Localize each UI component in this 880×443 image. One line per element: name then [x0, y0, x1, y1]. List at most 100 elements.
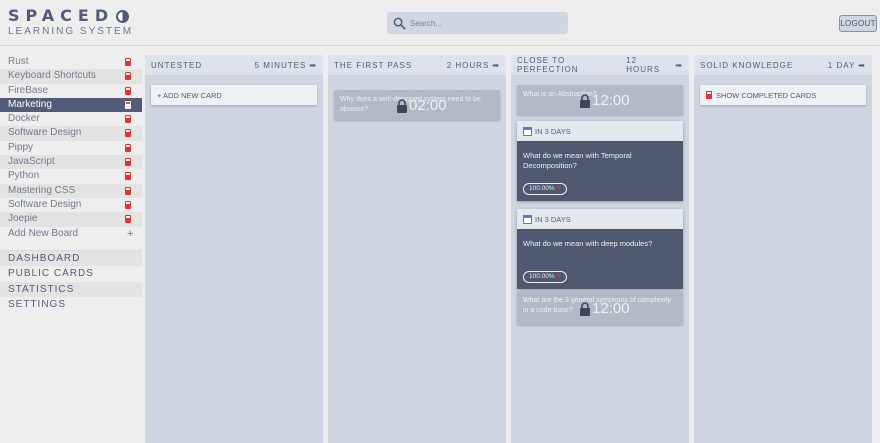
logo-circle-icon: [116, 9, 130, 23]
nav-public-cards[interactable]: PUBLIC CARDS: [0, 266, 142, 282]
search-icon: [393, 17, 406, 29]
bookmark-icon: [125, 172, 131, 181]
heart-icon: ♥: [556, 185, 561, 192]
sidebar-board-javascript[interactable]: JavaScript: [0, 155, 142, 170]
arrow-right-icon: ➡: [309, 60, 317, 70]
logout-button[interactable]: LOGOUT: [839, 15, 877, 32]
column-title: UNTESTED: [151, 60, 203, 70]
sidebar-board-joepie[interactable]: Joepie: [0, 212, 142, 227]
board-label: Joepie: [8, 213, 38, 225]
column-untested: UNTESTED 5 MINUTES ➡ + ADD NEW CARD: [145, 55, 323, 443]
sidebar-board-pippy[interactable]: Pippy: [0, 141, 142, 155]
bookmark-icon: [125, 100, 131, 109]
sidebar-board-mastering-css[interactable]: Mastering CSS: [0, 183, 142, 198]
nav-settings[interactable]: SETTINGS: [0, 297, 142, 313]
bookmark-icon: [125, 158, 131, 167]
board-label: Software Design: [8, 127, 82, 139]
column-interval: 1 DAY: [827, 60, 856, 70]
search-bar[interactable]: [387, 12, 568, 34]
column-interval: 5 MINUTES: [254, 60, 307, 70]
board-label: Rust: [8, 56, 29, 67]
show-completed-label: SHOW COMPLETED CARDS: [716, 90, 817, 100]
main-nav: DASHBOARD PUBLIC CARDS STATISTICS SETTIN…: [0, 249, 142, 313]
bookmark-icon: [125, 86, 131, 95]
bookmark-icon: [125, 129, 131, 138]
flash-card[interactable]: IN 3 DAYS What do we mean with deep modu…: [517, 209, 683, 289]
board-label: Software Design: [8, 198, 82, 210]
sidebar-board-marketing[interactable]: Marketing: [0, 97, 142, 113]
lock-icon: [580, 301, 590, 316]
column-solid-knowledge: SOLID KNOWLEDGE 1 DAY ➡ SHOW COMPLETED C…: [694, 55, 872, 443]
card-question: What do we mean with Temporal Decomposit…: [523, 151, 632, 170]
add-card-button[interactable]: + ADD NEW CARD: [151, 85, 317, 105]
sidebar-board-rust[interactable]: Rust: [0, 55, 142, 69]
board-label: Docker: [8, 113, 40, 125]
score-value: 100.00%: [529, 185, 555, 192]
bookmark-icon: [125, 115, 131, 124]
sidebar: Rust Keyboard Shortcuts FireBase Marketi…: [0, 55, 142, 313]
calendar-icon: [523, 214, 532, 224]
logo-subtitle: LEARNING SYSTEM: [8, 26, 134, 37]
board-label: Python: [8, 170, 40, 182]
score-badge: 100.00% ♥: [523, 271, 567, 283]
column-interval: 12 HOURS: [626, 56, 661, 74]
unlock-timer: 02:00: [409, 97, 447, 114]
column-title: SOLID KNOWLEDGE: [700, 60, 794, 70]
nav-dashboard[interactable]: DASHBOARD: [0, 250, 142, 267]
bookmark-icon: [125, 72, 131, 81]
arrow-right-icon: ➡: [492, 60, 500, 70]
show-completed-cards-button[interactable]: SHOW COMPLETED CARDS: [700, 85, 866, 105]
unlock-timer: 12:00: [592, 300, 630, 317]
column-header: UNTESTED 5 MINUTES ➡: [145, 55, 323, 75]
board-label: FireBase: [8, 84, 49, 96]
heart-icon: ♥: [556, 273, 561, 280]
add-board-button[interactable]: Add New Board +: [0, 227, 142, 241]
column-header: CLOSE TO PERFECTION 12 HOURS ➡: [511, 55, 689, 75]
column-title: THE FIRST PASS: [334, 60, 413, 70]
sidebar-board-python[interactable]: Python: [0, 169, 142, 183]
bookmark-icon: [125, 58, 131, 66]
board-label: Pippy: [8, 141, 34, 153]
bookmark-icon: [706, 91, 712, 99]
search-input[interactable]: [410, 18, 560, 28]
sidebar-board-software-design-2[interactable]: Software Design: [0, 198, 142, 212]
locked-card: What are the 3 general symptoms of compl…: [517, 291, 683, 325]
bookmark-icon: [125, 200, 131, 209]
column-header: THE FIRST PASS 2 HOURS ➡: [328, 55, 506, 75]
flash-card[interactable]: IN 3 DAYS What do we mean with Temporal …: [517, 121, 683, 201]
logo: SPACED LEARNING SYSTEM: [8, 6, 134, 38]
column-interval: 2 HOURS: [446, 60, 490, 70]
arrow-right-icon: ➡: [858, 60, 866, 70]
lock-icon: [397, 98, 407, 113]
board-label: JavaScript: [8, 156, 55, 168]
bookmark-icon: [125, 143, 131, 152]
column-the-first-pass: THE FIRST PASS 2 HOURS ➡ Why does a well…: [328, 55, 506, 443]
plus-icon: +: [127, 227, 134, 240]
sidebar-board-firebase[interactable]: FireBase: [0, 84, 142, 98]
card-question: What do we mean with deep modules?: [523, 239, 653, 248]
column-title: CLOSE TO PERFECTION: [517, 56, 579, 74]
sidebar-board-keyboard-shortcuts[interactable]: Keyboard Shortcuts: [0, 69, 142, 84]
header: SPACED LEARNING SYSTEM LOGOUT: [0, 0, 880, 46]
locked-card: What is an Abstraction? 12:00: [517, 85, 683, 115]
sidebar-board-software-design[interactable]: Software Design: [0, 126, 142, 141]
nav-statistics[interactable]: STATISTICS: [0, 281, 142, 298]
sidebar-board-docker[interactable]: Docker: [0, 112, 142, 126]
unlock-timer: 12:00: [592, 92, 630, 109]
column-close-to-perfection: CLOSE TO PERFECTION 12 HOURS ➡ What is a…: [511, 55, 689, 443]
logo-title: SPACED: [8, 6, 115, 25]
card-due-date: IN 3 DAYS: [535, 126, 571, 136]
arrow-right-icon: ➡: [675, 60, 683, 70]
board-label: Marketing: [8, 98, 52, 110]
card-due-date: IN 3 DAYS: [535, 214, 571, 224]
board-label: Keyboard Shortcuts: [8, 70, 96, 82]
add-board-label: Add New Board: [8, 227, 79, 239]
bookmark-icon: [125, 215, 131, 224]
lock-icon: [580, 93, 590, 108]
score-badge: 100.00% ♥: [523, 183, 567, 195]
locked-card: Why does a well-designed system need to …: [334, 90, 500, 120]
score-value: 100.00%: [529, 273, 555, 280]
column-header: SOLID KNOWLEDGE 1 DAY ➡: [694, 55, 872, 75]
bookmark-icon: [125, 186, 131, 195]
calendar-icon: [523, 126, 532, 136]
